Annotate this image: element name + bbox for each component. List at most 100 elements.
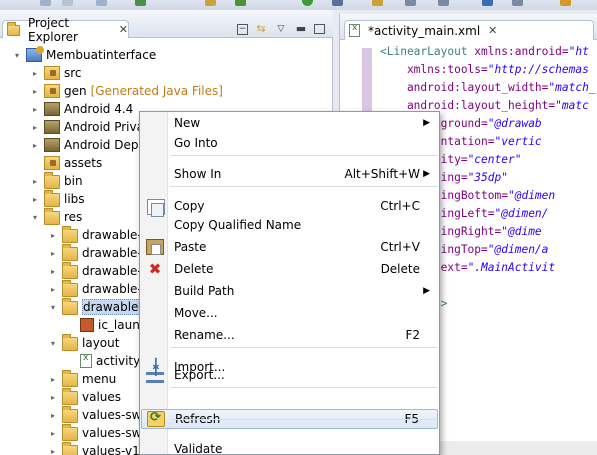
code-token: "http://schemas bbox=[487, 63, 589, 76]
toolbar-button-icon[interactable] bbox=[96, 0, 107, 6]
toolbar-button-icon[interactable] bbox=[332, 0, 343, 6]
maximize-icon[interactable] bbox=[314, 24, 325, 34]
editor-tab-title: *activity_main.xml bbox=[368, 23, 481, 38]
toolbar-button-icon[interactable] bbox=[405, 0, 416, 6]
toolbar-button-icon[interactable] bbox=[135, 0, 146, 6]
collapsed-arrow-icon[interactable]: ▸ bbox=[30, 87, 40, 96]
tree-item[interactable]: ▾ drawable- bbox=[48, 298, 147, 316]
tree-item[interactable]: ▸ values-sw6 bbox=[48, 406, 149, 424]
tree-item[interactable]: ▾ layout bbox=[48, 334, 119, 352]
tree-item[interactable]: ▸ menu bbox=[48, 370, 116, 388]
code-line: xmlns:tools="http://schemas bbox=[380, 62, 589, 78]
toolbar-button-icon[interactable] bbox=[482, 0, 493, 6]
tree-item[interactable]: ▸ drawable- bbox=[48, 244, 142, 262]
collapsed-arrow-icon[interactable]: ▸ bbox=[48, 411, 58, 420]
tree-item[interactable]: ▸ libs bbox=[30, 190, 85, 208]
tree-item-label: drawable- bbox=[82, 228, 142, 242]
collapsed-arrow-icon[interactable]: ▸ bbox=[30, 177, 40, 186]
code-token: ".MainActivit bbox=[467, 261, 556, 274]
tree-item[interactable]: activity bbox=[66, 352, 140, 370]
collapsed-arrow-icon[interactable]: ▸ bbox=[48, 393, 58, 402]
tree-item[interactable]: ▸ values-sw7 bbox=[48, 424, 149, 442]
run-icon[interactable] bbox=[302, 0, 313, 6]
tree-item-label: drawable- bbox=[82, 264, 142, 278]
expanded-arrow-icon[interactable]: ▾ bbox=[48, 303, 58, 312]
collapsed-arrow-icon[interactable]: ▸ bbox=[48, 231, 58, 240]
link-with-editor-icon[interactable]: ⇆ bbox=[254, 23, 268, 35]
view-menu-icon[interactable]: ▽ bbox=[274, 23, 288, 35]
tree-item[interactable]: ▸ Android 4.4 bbox=[30, 100, 133, 118]
collapsed-arrow-icon[interactable]: ▸ bbox=[30, 123, 40, 132]
xml-file-icon bbox=[349, 23, 360, 37]
tree-item[interactable]: assets bbox=[30, 154, 102, 172]
tree-item[interactable]: ▸ drawable- bbox=[48, 262, 142, 280]
toolbar-button-icon[interactable] bbox=[560, 0, 571, 6]
menu-item-shortcut: F2 bbox=[405, 328, 420, 342]
code-token: android:layout_width= bbox=[380, 81, 549, 94]
tree-item[interactable]: ▸ bin bbox=[30, 172, 83, 190]
menu-separator bbox=[170, 419, 438, 420]
tree-item[interactable]: ▸ values bbox=[48, 388, 121, 406]
tab-project-explorer[interactable]: Project Explorer ✕ bbox=[2, 16, 129, 44]
menu-item-build-path[interactable]: Build Path ▶ bbox=[141, 281, 438, 301]
menu-item-copy-qualified-name[interactable]: Copy Qualified Name bbox=[141, 215, 438, 235]
expanded-arrow-icon[interactable]: ▾ bbox=[12, 51, 22, 60]
collapsed-arrow-icon[interactable]: ▸ bbox=[30, 69, 40, 78]
tree-item[interactable]: ▸ Android Depe bbox=[30, 136, 146, 154]
toolbar-button-icon[interactable] bbox=[438, 0, 449, 6]
toolbar-button-icon[interactable] bbox=[205, 0, 216, 6]
toolbar-button-icon[interactable] bbox=[40, 0, 51, 6]
minimize-icon[interactable]: ▬ bbox=[294, 23, 308, 35]
collapsed-arrow-icon[interactable]: ▸ bbox=[48, 375, 58, 384]
menu-item-delete[interactable]: ✖ Delete Delete bbox=[141, 259, 438, 279]
collapsed-arrow-icon[interactable]: ▸ bbox=[48, 249, 58, 258]
menu-item-go-into[interactable]: Go Into bbox=[141, 133, 438, 153]
menu-item-rename[interactable]: Rename... F2 bbox=[141, 325, 438, 345]
menu-item-copy[interactable]: Copy Ctrl+C bbox=[141, 196, 438, 217]
toolbar-button-icon[interactable] bbox=[235, 0, 246, 6]
submenu-arrow-icon: ▶ bbox=[423, 286, 430, 296]
tree-item-label: bin bbox=[64, 174, 83, 188]
tree-item[interactable]: ▸ drawable- bbox=[48, 226, 142, 244]
tab-activity-main-xml[interactable]: *activity_main.xml ✕ bbox=[344, 20, 594, 40]
close-icon[interactable]: ✕ bbox=[488, 24, 497, 37]
tree-item[interactable]: ▸ drawable- bbox=[48, 280, 142, 298]
paste-icon bbox=[146, 239, 164, 255]
collapsed-arrow-icon[interactable]: ▸ bbox=[48, 429, 58, 438]
tree-item[interactable]: ▾ res bbox=[30, 208, 82, 226]
menu-item-new[interactable]: New ▶ bbox=[141, 113, 438, 133]
tree-item[interactable]: ▾ Membuatinterface bbox=[12, 46, 156, 64]
tree-item-label: ic_laun bbox=[98, 318, 140, 332]
menu-item-show-in[interactable]: Show In Alt+Shift+W ▶ bbox=[141, 164, 438, 184]
expanded-arrow-icon[interactable]: ▾ bbox=[48, 339, 58, 348]
project-explorer-icon bbox=[7, 22, 20, 36]
tree-item-label: Android Privat bbox=[64, 120, 149, 134]
menu-item-move[interactable]: Move... bbox=[141, 303, 438, 323]
tree-item[interactable]: ▸ values-v11 bbox=[48, 442, 147, 455]
toolbar-button-icon[interactable] bbox=[62, 0, 73, 6]
collapsed-arrow-icon[interactable]: ▸ bbox=[48, 447, 58, 455]
tree-item[interactable]: ▸ Android Privat bbox=[30, 118, 149, 136]
collapsed-arrow-icon[interactable]: ▸ bbox=[48, 285, 58, 294]
menu-item-validate[interactable]: Validate bbox=[141, 439, 438, 454]
collapsed-arrow-icon[interactable]: ▸ bbox=[30, 141, 40, 150]
expanded-arrow-icon[interactable]: ▾ bbox=[30, 213, 40, 222]
toolbar-button-icon[interactable] bbox=[372, 0, 383, 6]
collapsed-arrow-icon[interactable]: ▸ bbox=[48, 267, 58, 276]
menu-item-export[interactable]: Export... bbox=[141, 364, 438, 385]
collapse-all-icon[interactable]: − bbox=[237, 23, 248, 35]
tree-item[interactable]: ▸ gen [Generated Java Files] bbox=[30, 82, 223, 100]
lib-icon bbox=[44, 102, 60, 116]
tree-item[interactable]: ic_laun bbox=[66, 316, 140, 334]
menu-item-paste[interactable]: Paste Ctrl+V bbox=[141, 237, 438, 257]
tree-item[interactable]: ▸ src bbox=[30, 64, 82, 82]
submenu-arrow-icon: ▶ bbox=[423, 169, 430, 179]
collapsed-arrow-icon[interactable]: ▸ bbox=[30, 105, 40, 114]
toolbar-button-icon[interactable] bbox=[512, 0, 523, 6]
close-icon[interactable]: ✕ bbox=[119, 23, 128, 36]
collapsed-arrow-icon[interactable]: ▸ bbox=[30, 195, 40, 204]
